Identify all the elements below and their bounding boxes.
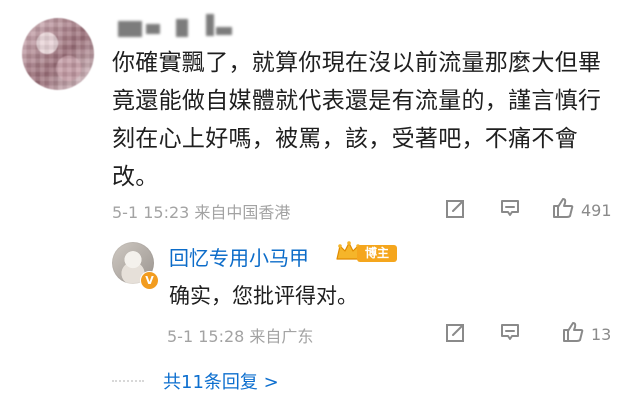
verified-badge: V <box>140 271 159 290</box>
share-icon <box>445 321 467 347</box>
reply-like-button[interactable]: 13 <box>561 320 611 348</box>
reply-author-name[interactable]: 回忆专用小马甲 <box>169 242 309 271</box>
share-button[interactable] <box>445 196 467 224</box>
reply-share-button[interactable] <box>445 320 467 348</box>
reply-text: 确实，您批评得对。 <box>169 284 358 308</box>
comment-button[interactable] <box>499 196 521 224</box>
main-comment-avatar[interactable] <box>22 18 94 90</box>
main-comment-text: 你確實飄了，就算你現在沒以前流量那麼大但畢竟還能做自媒體就代表還是有流量的，謹言… <box>112 50 602 190</box>
reply-comment-button[interactable] <box>499 320 521 348</box>
main-comment-timestamp: 5-1 15:23 <box>112 203 190 222</box>
blogger-badge: 博主 <box>333 239 403 264</box>
like-icon <box>561 320 585 348</box>
like-button[interactable]: 491 <box>551 196 612 224</box>
comment-icon <box>499 321 521 347</box>
blurred-username[interactable] <box>118 14 298 38</box>
more-replies-link[interactable]: 共11条回复 > <box>163 368 279 394</box>
avatar-mosaic-overlay <box>22 18 94 90</box>
main-comment-location: 来自中国香港 <box>194 203 291 222</box>
reply-like-count: 13 <box>591 324 612 344</box>
main-comment-meta: 5-1 15:23 来自中国香港 491 <box>112 196 622 224</box>
comment-icon <box>499 197 521 223</box>
main-comment-time-location: 5-1 15:23 来自中国香港 <box>112 199 290 223</box>
reply-location: 来自广东 <box>249 327 314 346</box>
thread-divider <box>112 380 144 382</box>
reply-meta: 5-1 15:28 来自广东 13 <box>112 320 622 348</box>
main-comment-like-count: 491 <box>581 200 612 220</box>
blogger-badge-label: 博主 <box>357 245 397 262</box>
like-icon <box>551 196 575 224</box>
share-icon <box>445 197 467 223</box>
reply-time-location: 5-1 15:28 来自广东 <box>167 323 313 347</box>
reply-timestamp: 5-1 15:28 <box>167 327 245 346</box>
